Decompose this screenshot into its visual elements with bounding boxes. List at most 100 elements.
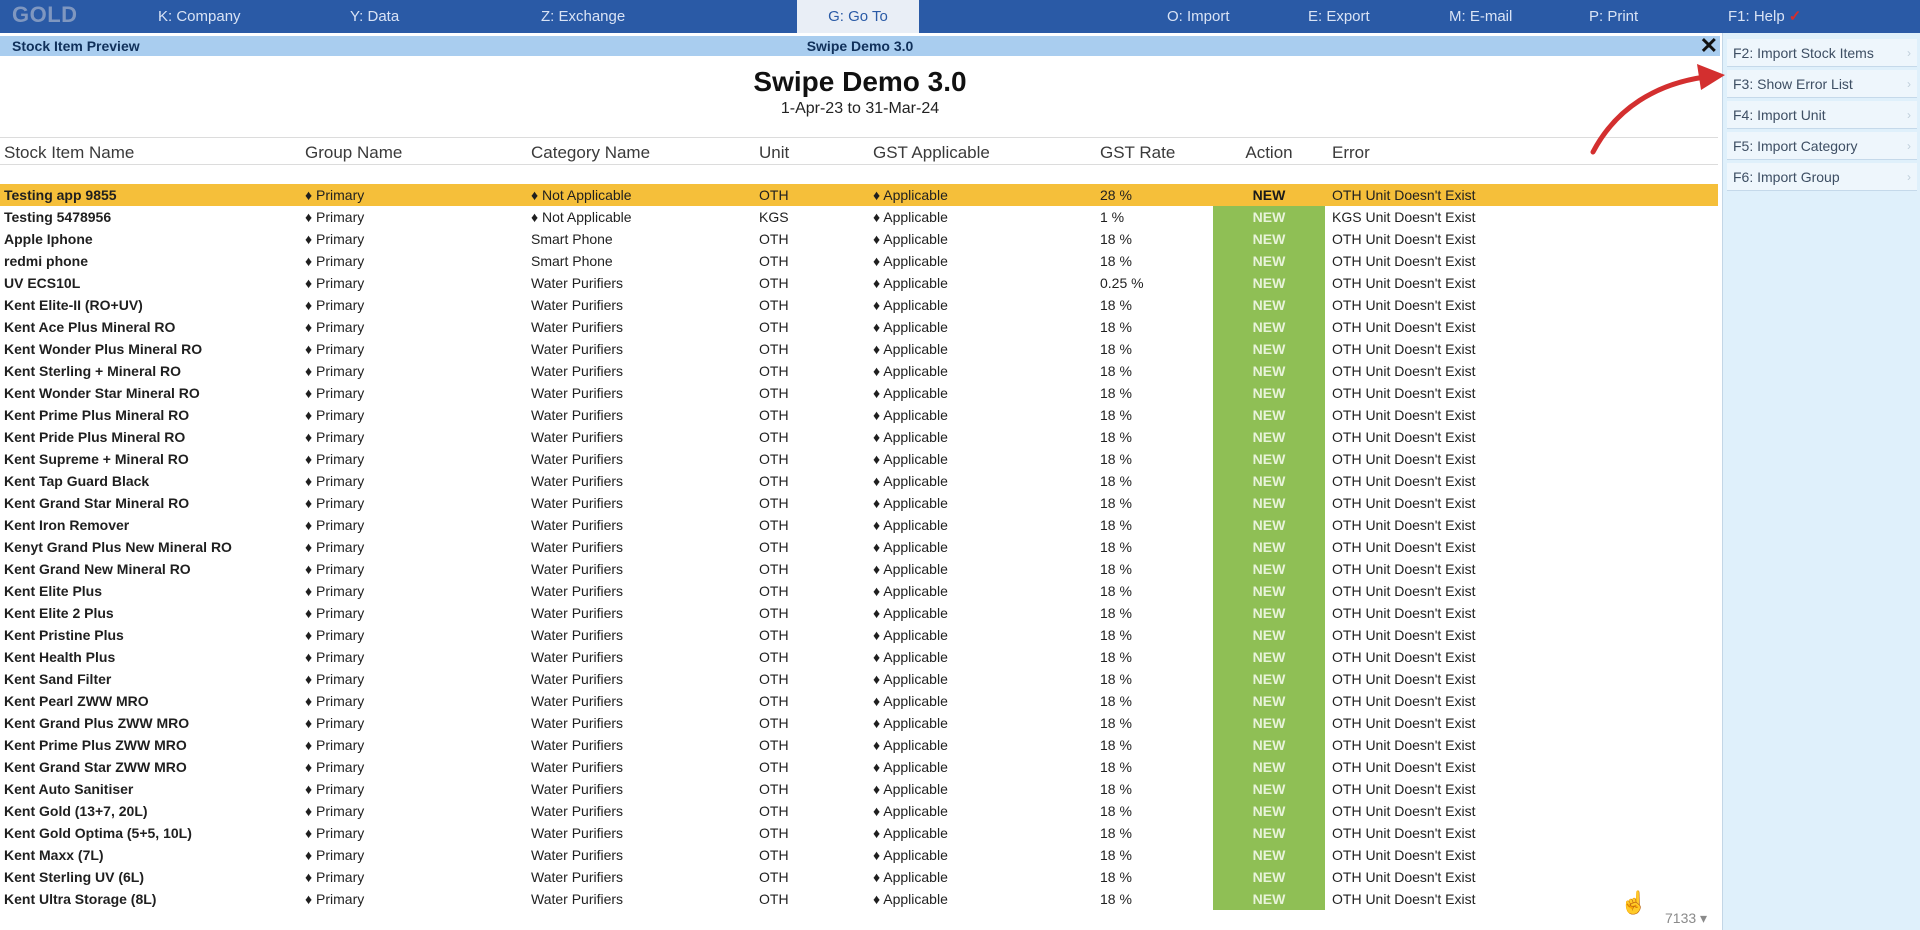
cell-action: NEW xyxy=(1213,514,1325,536)
table-row[interactable]: Kent Pride Plus Mineral RO ♦ Primary Water… xyxy=(0,426,1718,448)
table-row[interactable]: Kent Elite Plus ♦ Primary Water Purifiers O… xyxy=(0,580,1718,602)
cell-gst-applicable: ♦ Applicable xyxy=(873,539,948,555)
cell-gst-applicable: ♦ Applicable xyxy=(873,803,948,819)
table-row[interactable]: Kent Prime Plus Mineral RO ♦ Primary Water… xyxy=(0,404,1718,426)
menu-print[interactable]: P: Print xyxy=(1589,0,1638,33)
cell-category-name: Smart Phone xyxy=(531,253,613,269)
cell-action: NEW xyxy=(1213,492,1325,514)
cell-category-name: Smart Phone xyxy=(531,231,613,247)
cell-gst-applicable: ♦ Applicable xyxy=(873,715,948,731)
import-category-key: F5: xyxy=(1733,138,1754,154)
table-row[interactable]: Kent Grand Plus ZWW MRO ♦ Primary Water Pu… xyxy=(0,712,1718,734)
table-row[interactable]: Kent Sterling + Mineral RO ♦ Primary Water… xyxy=(0,360,1718,382)
cell-category-name: Water Purifiers xyxy=(531,385,624,401)
table-row[interactable]: Kent Gold (13+7, 20L) ♦ Primary Water Puri… xyxy=(0,800,1718,822)
show-error-list-key: F3: xyxy=(1733,76,1754,92)
cell-gst-applicable: ♦ Applicable xyxy=(873,627,948,643)
import-category-button[interactable]: F5: Import Category › xyxy=(1727,132,1917,160)
header-group-name: Group Name xyxy=(305,143,403,162)
table-row[interactable]: Kent Grand Star Mineral RO ♦ Primary Water… xyxy=(0,492,1718,514)
cell-error: OTH Unit Doesn't Exist xyxy=(1332,363,1476,379)
table-row[interactable]: Kent Gold Optima (5+5, 10L) ♦ Primary Wate… xyxy=(0,822,1718,844)
table-row[interactable]: Kent Wonder Star Mineral RO ♦ Primary Wate… xyxy=(0,382,1718,404)
cell-action: NEW xyxy=(1213,316,1325,338)
table-row[interactable]: Kent Supreme + Mineral RO ♦ Primary Water … xyxy=(0,448,1718,470)
table-row[interactable]: Kent Tap Guard Black ♦ Primary Water Purif… xyxy=(0,470,1718,492)
menu-help[interactable]: F1: Help ✓ xyxy=(1728,0,1801,33)
import-group-button[interactable]: F6: Import Group › xyxy=(1727,163,1917,191)
cell-stock-item-name: Kent Grand Star Mineral RO xyxy=(4,495,190,511)
chevron-right-icon: › xyxy=(1907,46,1911,60)
cell-category-name: ♦ Not Applicable xyxy=(531,187,632,203)
table-row[interactable]: redmi phone ♦ Primary Smart Phone OTH ♦ Appl… xyxy=(0,250,1718,272)
cell-action: NEW xyxy=(1213,624,1325,646)
cell-category-name: Water Purifiers xyxy=(531,869,624,885)
cell-gst-rate: 18 % xyxy=(1100,297,1132,313)
table-row[interactable]: Kent Grand Star ZWW MRO ♦ Primary Water Pu… xyxy=(0,756,1718,778)
cell-unit: OTH xyxy=(759,605,789,621)
cell-gst-rate: 18 % xyxy=(1100,715,1132,731)
cell-unit: OTH xyxy=(759,671,789,687)
close-icon[interactable]: ✕ xyxy=(1700,33,1718,59)
table-row[interactable]: Kent Auto Sanitiser ♦ Primary Water Purifi… xyxy=(0,778,1718,800)
table-row[interactable]: Kent Iron Remover ♦ Primary Water Purifier… xyxy=(0,514,1718,536)
table-row[interactable]: Kent Wonder Plus Mineral RO ♦ Primary Wate… xyxy=(0,338,1718,360)
table-row[interactable]: Kent Pearl ZWW MRO ♦ Primary Water Purifie… xyxy=(0,690,1718,712)
menu-import[interactable]: O: Import xyxy=(1167,0,1230,33)
table-row[interactable]: Kent Ultra Storage (8L) ♦ Primary Water Pu… xyxy=(0,888,1718,910)
cell-group-name: ♦ Primary xyxy=(305,737,365,753)
table-row[interactable]: Kent Health Plus ♦ Primary Water Purifiers… xyxy=(0,646,1718,668)
cell-action: NEW xyxy=(1213,734,1325,756)
table-row[interactable]: Kent Sand Filter ♦ Primary Water Purifiers… xyxy=(0,668,1718,690)
header-category-name: Category Name xyxy=(531,143,651,162)
table-row[interactable]: Kenyt Grand Plus New Mineral RO ♦ Primary… xyxy=(0,536,1718,558)
import-stock-items-button[interactable]: F2: Import Stock Items › xyxy=(1727,39,1917,67)
cell-group-name: ♦ Primary xyxy=(305,451,365,467)
cell-category-name: Water Purifiers xyxy=(531,297,624,313)
cell-gst-rate: 18 % xyxy=(1100,407,1132,423)
chevron-right-icon: › xyxy=(1907,170,1911,184)
cell-action: NEW xyxy=(1213,536,1325,558)
cell-gst-rate: 18 % xyxy=(1100,231,1132,247)
show-error-list-button[interactable]: F3: Show Error List › xyxy=(1727,70,1917,98)
table-row[interactable]: Kent Prime Plus ZWW MRO ♦ Primary Water Pu… xyxy=(0,734,1718,756)
menu-data[interactable]: Y: Data xyxy=(350,0,399,33)
cell-gst-rate: 18 % xyxy=(1100,451,1132,467)
table-row[interactable]: UV ECS10L ♦ Primary Water Purifiers OTH ♦ Ap… xyxy=(0,272,1718,294)
cell-group-name: ♦ Primary xyxy=(305,869,365,885)
cell-gst-rate: 18 % xyxy=(1100,539,1132,555)
cell-action: NEW xyxy=(1213,250,1325,272)
cell-category-name: Water Purifiers xyxy=(531,583,624,599)
chevron-right-icon: › xyxy=(1907,77,1911,91)
cell-stock-item-name: UV ECS10L xyxy=(4,275,81,291)
stock-item-table: Testing app 9855 ♦ Primary ♦ Not Applicabl… xyxy=(0,184,1718,910)
table-row[interactable]: Kent Pristine Plus ♦ Primary Water Purifie… xyxy=(0,624,1718,646)
menu-email[interactable]: M: E-mail xyxy=(1449,0,1512,33)
table-row[interactable]: Kent Grand New Mineral RO ♦ Primary Water … xyxy=(0,558,1718,580)
table-row[interactable]: Kent Ace Plus Mineral RO ♦ Primary Water P… xyxy=(0,316,1718,338)
cell-unit: OTH xyxy=(759,253,789,269)
table-row[interactable]: Testing 5478956 ♦ Primary ♦ Not Applicable… xyxy=(0,206,1718,228)
table-row-selected[interactable]: Testing app 9855 ♦ Primary ♦ Not Applicabl… xyxy=(0,184,1718,206)
cell-action: NEW xyxy=(1213,690,1325,712)
cell-action: NEW xyxy=(1213,382,1325,404)
cell-category-name: Water Purifiers xyxy=(531,891,624,907)
table-row[interactable]: Apple Iphone ♦ Primary Smart Phone OTH ♦ App… xyxy=(0,228,1718,250)
top-menu-bar: GOLD K: Company Y: Data Z: Exchange G: G… xyxy=(0,0,1920,33)
table-header: Stock Item Name Group Name Category Name… xyxy=(0,137,1718,165)
cell-unit: OTH xyxy=(759,561,789,577)
menu-help-label: F1: Help xyxy=(1728,8,1785,25)
import-unit-button[interactable]: F4: Import Unit › xyxy=(1727,101,1917,129)
table-row[interactable]: Kent Elite 2 Plus ♦ Primary Water Purifier… xyxy=(0,602,1718,624)
cell-group-name: ♦ Primary xyxy=(305,407,365,423)
table-row[interactable]: Kent Elite-II (RO+UV) ♦ Primary Water Puri… xyxy=(0,294,1718,316)
menu-export[interactable]: E: Export xyxy=(1308,0,1370,33)
menu-company[interactable]: K: Company xyxy=(158,0,241,33)
cell-group-name: ♦ Primary xyxy=(305,539,365,555)
menu-go-to[interactable]: G: Go To xyxy=(797,0,919,33)
cell-group-name: ♦ Primary xyxy=(305,319,365,335)
cell-error: OTH Unit Doesn't Exist xyxy=(1332,605,1476,621)
table-row[interactable]: Kent Maxx (7L) ♦ Primary Water Purifiers OT… xyxy=(0,844,1718,866)
menu-exchange[interactable]: Z: Exchange xyxy=(541,0,625,33)
table-row[interactable]: Kent Sterling UV (6L) ♦ Primary Water Puri… xyxy=(0,866,1718,888)
